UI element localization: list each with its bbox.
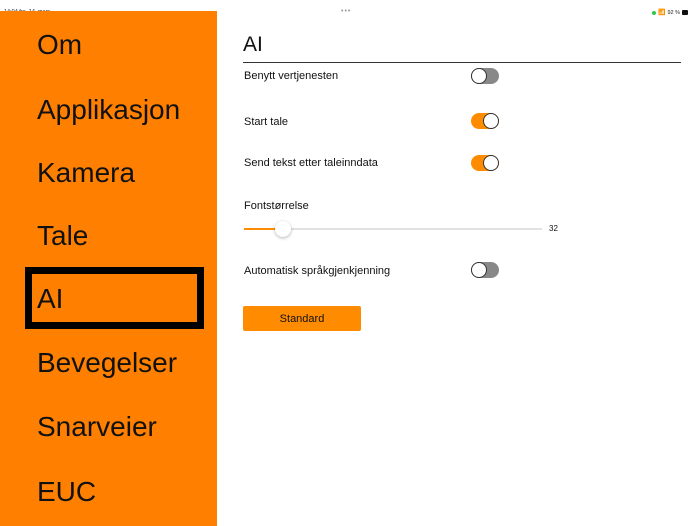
toggle-knob bbox=[471, 262, 487, 278]
battery-icon bbox=[682, 10, 688, 15]
status-indicators: 📶 92 % bbox=[651, 9, 688, 16]
title-divider bbox=[243, 62, 681, 63]
toggle-knob bbox=[471, 68, 487, 84]
sidebar-item-applikasjon[interactable]: Applikasjon bbox=[37, 96, 180, 124]
font-size-slider-thumb[interactable] bbox=[274, 221, 291, 237]
sidebar-item-ai[interactable]: AI bbox=[37, 285, 63, 313]
sidebar-item-bevegelser[interactable]: Bevegelser bbox=[37, 349, 177, 377]
camera-indicator-icon bbox=[651, 10, 656, 15]
font-size-value: 32 bbox=[549, 224, 558, 233]
auto-language-toggle[interactable] bbox=[471, 262, 499, 278]
wifi-icon: 📶 bbox=[657, 10, 666, 16]
setting-label-host-service: Benytt vertjenesten bbox=[244, 70, 339, 82]
sidebar: Om Applikasjon Kamera Tale AI Bevegelser… bbox=[0, 11, 217, 526]
setting-label-start-speech: Start tale bbox=[244, 116, 289, 128]
sidebar-item-snarveier[interactable]: Snarveier bbox=[37, 413, 157, 441]
battery-percentage: 92 % bbox=[667, 9, 680, 16]
sidebar-item-kamera[interactable]: Kamera bbox=[37, 159, 135, 187]
host-service-toggle[interactable] bbox=[471, 68, 499, 84]
font-size-label: Fontstørrelse bbox=[244, 200, 309, 212]
setting-label-send-text: Send tekst etter taleinndata bbox=[244, 157, 378, 169]
page-title: AI bbox=[243, 33, 263, 56]
setting-label-auto-language: Automatisk språkgjenkjenning bbox=[244, 265, 391, 277]
send-text-toggle[interactable] bbox=[471, 155, 499, 171]
sidebar-item-tale[interactable]: Tale bbox=[37, 222, 88, 250]
multitasking-dots[interactable]: ••• bbox=[341, 8, 351, 15]
settings-page: 14:04 fre. 14. mars ••• 📶 92 % Om Applik… bbox=[0, 0, 690, 526]
toggle-knob bbox=[483, 113, 499, 129]
sidebar-item-om[interactable]: Om bbox=[37, 31, 82, 59]
toggle-knob bbox=[483, 155, 499, 171]
sidebar-item-euc[interactable]: EUC bbox=[37, 478, 96, 506]
standard-button[interactable]: Standard bbox=[243, 306, 361, 331]
start-speech-toggle[interactable] bbox=[471, 113, 499, 129]
